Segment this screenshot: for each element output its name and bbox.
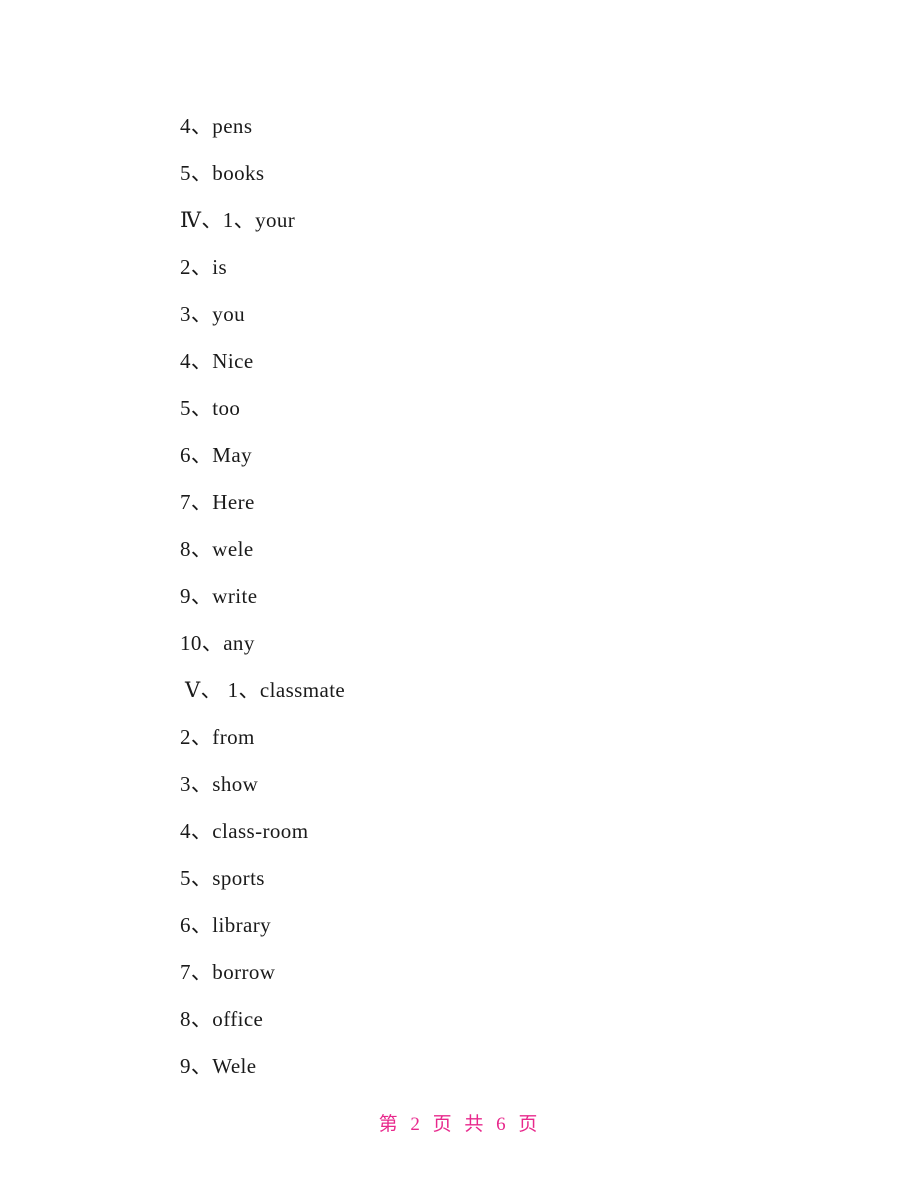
answer-line: 3、show <box>180 772 259 796</box>
answer-line: 2、is <box>180 255 228 279</box>
answer-line: 8、wele <box>180 537 254 561</box>
answer-line: Ⅳ、1、your <box>180 208 296 232</box>
answer-line: 5、too <box>180 396 241 420</box>
answer-line: 9、write <box>180 584 258 608</box>
answer-line: 9、Wele <box>180 1054 257 1078</box>
answer-line: 5、sports <box>180 866 265 890</box>
answer-line: Ⅴ、 1、classmate <box>185 678 346 702</box>
answer-line: 2、from <box>180 725 255 749</box>
answer-line: 5、books <box>180 161 265 185</box>
answer-line: 6、library <box>180 913 272 937</box>
answer-line: 4、class-room <box>180 819 309 843</box>
answer-line: 7、borrow <box>180 960 276 984</box>
answer-line: 6、May <box>180 443 252 467</box>
answer-line: 3、you <box>180 302 245 326</box>
document-page: 4、pens 5、books Ⅳ、1、your 2、is 3、you 4、Nice 5、to… <box>0 0 920 1191</box>
answer-line: 8、office <box>180 1007 264 1031</box>
answer-line: 4、Nice <box>180 349 254 373</box>
page-footer: 第 2 页 共 6 页 <box>378 1114 542 1135</box>
answer-line: 10、any <box>180 631 255 655</box>
answer-line: 7、Here <box>180 490 255 514</box>
answer-line: 4、pens <box>180 114 253 138</box>
